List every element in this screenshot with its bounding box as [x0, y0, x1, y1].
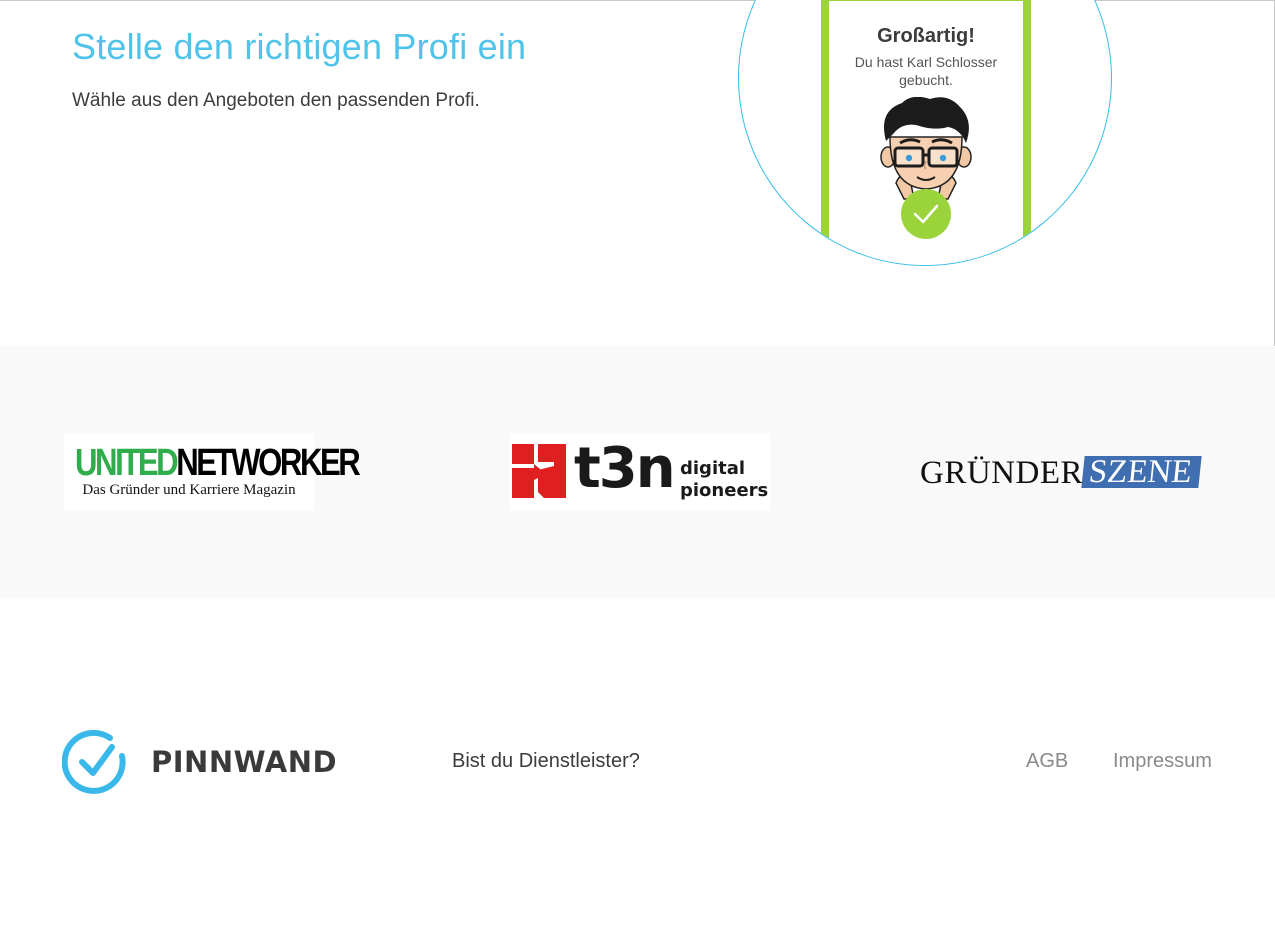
booking-illustration: Großartig! Du hast Karl Schlosser gebuch… [738, 0, 1112, 266]
gruenderszene-logo: GRÜNDER SZENE [920, 454, 1202, 491]
united-networker-wordmark: UNITEDNETWORKER [75, 442, 361, 484]
provider-link[interactable]: Bist du Dienstleister? [452, 750, 640, 773]
press-logos: UNITEDNETWORKER Das Gründer und Karriere… [0, 346, 1275, 598]
t3n-wordmark: t3n [574, 436, 676, 501]
united-networker-tagline: Das Gründer und Karriere Magazin [82, 482, 296, 498]
check-icon [901, 189, 951, 239]
agb-link[interactable]: AGB [1026, 750, 1068, 773]
footer-brand[interactable]: PINNWAND [151, 745, 337, 779]
t3n-logo: t3n digital pioneers [510, 434, 770, 510]
gruenderszene-part1: GRÜNDER [920, 455, 1084, 491]
impressum-link[interactable]: Impressum [1113, 750, 1212, 773]
gruenderszene-part2: SZENE [1081, 454, 1202, 490]
united-networker-logo: UNITEDNETWORKER Das Gründer und Karriere… [64, 434, 361, 510]
hero-subtitle: Wähle aus den Angeboten den passenden Pr… [72, 90, 480, 111]
confirmation-text: Du hast Karl Schlosser gebucht. [854, 54, 998, 88]
t3n-subline: digital pioneers [680, 458, 769, 501]
phone-frame: Großartig! Du hast Karl Schlosser gebuch… [821, 0, 1031, 265]
confirmation-title: Großartig! [877, 25, 975, 47]
t3n-icon [512, 444, 566, 498]
hero-title: Stelle den richtigen Profi ein [72, 26, 527, 67]
pinnwand-check-icon[interactable] [62, 730, 128, 796]
